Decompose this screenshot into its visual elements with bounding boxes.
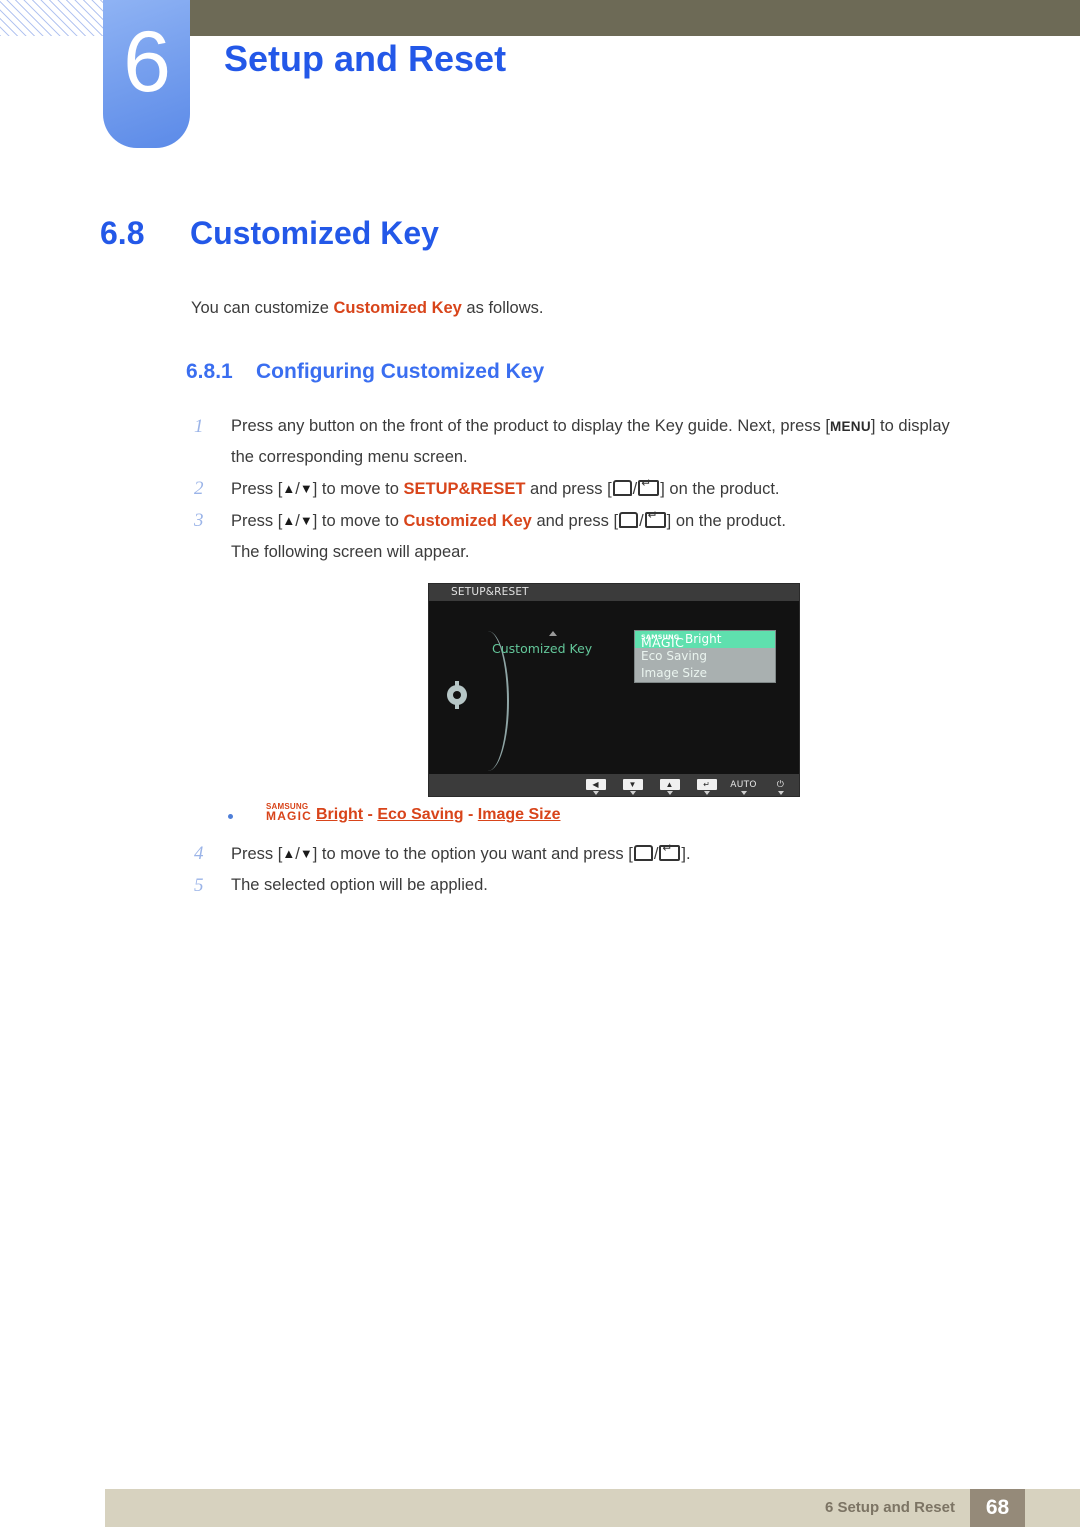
osd-button-marker: [629, 791, 636, 795]
chapter-number: 6: [123, 14, 171, 110]
steps-list-top: 1 Press any button on the front of the pr…: [186, 411, 1016, 568]
power-icon[interactable]: ⏻: [762, 774, 799, 796]
step-item: 5 The selected option will be applied.: [186, 870, 1016, 901]
osd-option-label: Bright: [685, 632, 722, 646]
osd-option-label: Image Size: [641, 666, 708, 680]
intro-paragraph: You can customize Customized Key as foll…: [191, 296, 543, 320]
step-number: 5: [194, 875, 204, 896]
osd-button-glyph: ▼: [622, 779, 643, 790]
page-header: 6 Setup and Reset: [0, 0, 1080, 160]
step-continuation: the corresponding menu screen.: [231, 448, 468, 466]
osd-title: SETUP&RESET: [451, 586, 529, 598]
step-item: 3 Press [▲/▼] to move to Customized Key a…: [186, 505, 1016, 537]
step-text: Press any button on the front of the pro…: [231, 417, 950, 435]
step-number: 3: [194, 510, 204, 531]
enter-button-icon: [638, 477, 660, 496]
osd-option-label: Eco Saving: [641, 649, 707, 663]
page-footer: 6 Setup and Reset 68: [105, 1489, 1080, 1527]
bullet-items: SAMSUNG MAGIC Bright - Eco Saving - Image …: [266, 802, 561, 823]
bullet-link[interactable]: Image Size: [478, 806, 561, 823]
osd-screenshot: SETUP&RESET Customized Key : SAMSUNGMAGI…: [428, 583, 800, 797]
up-arrow-icon: ▲: [282, 513, 296, 528]
subsection-heading: 6.8.1 Configuring Customized Key: [186, 360, 544, 384]
osd-button-marker: [740, 791, 747, 795]
up-arrow-icon[interactable]: ▲: [651, 774, 688, 796]
down-arrow-icon[interactable]: ▼: [614, 774, 651, 796]
osd-button-glyph: ↵: [696, 779, 717, 790]
osd-button-glyph: ◀: [585, 779, 606, 790]
down-arrow-icon: ▼: [299, 846, 313, 861]
step-number: 1: [194, 416, 204, 437]
osd-option[interactable]: SAMSUNG MAGIC Bright: [635, 631, 775, 650]
back-button-icon: [612, 480, 632, 496]
section-title: Customized Key: [190, 215, 439, 251]
osd-body: Customized Key : SAMSUNGMAGICBrightEco S…: [429, 601, 799, 774]
down-arrow-icon: ▼: [299, 481, 313, 496]
bullet-link[interactable]: Bright: [316, 806, 363, 823]
step-number: 4: [194, 843, 204, 864]
back-button-icon: [633, 845, 653, 861]
osd-button-marker: [703, 791, 710, 795]
down-arrow-icon: ▼: [299, 513, 313, 528]
osd-option[interactable]: Eco Saving: [635, 648, 775, 665]
samsung-magic-logo-inline: SAMSUNG MAGIC: [266, 802, 316, 823]
chapter-tab: 6: [103, 0, 190, 148]
gear-icon: [447, 685, 467, 705]
step-text: Press [▲/▼] to move to the option you wa…: [231, 842, 691, 863]
step-item: 1 Press any button on the front of the pr…: [186, 411, 1016, 442]
left-arrow-icon[interactable]: ◀: [577, 774, 614, 796]
bullet-link-line: SAMSUNG MAGIC Bright - Eco Saving - Image …: [228, 802, 561, 824]
intro-before: You can customize: [191, 299, 334, 317]
osd-dropdown[interactable]: SAMSUNG MAGIC Bright Eco Saving Image Size: [634, 630, 776, 683]
step-text: The selected option will be applied.: [231, 876, 488, 894]
enter-button-icon: [644, 509, 666, 528]
scroll-up-indicator-icon: [549, 631, 557, 636]
up-arrow-icon: ▲: [282, 481, 296, 496]
step-item: 4 Press [▲/▼] to move to the option you w…: [186, 838, 1016, 870]
bullet-link[interactable]: Eco Saving: [377, 806, 463, 823]
osd-button-glyph: ⏻: [776, 780, 785, 790]
chapter-title: Setup and Reset: [224, 38, 507, 79]
step-text: Press [▲/▼] to move to SETUP&RESET and p…: [231, 477, 780, 498]
osd-button-marker: [592, 791, 599, 795]
footer-chapter-label: 6 Setup and Reset: [824, 1499, 955, 1516]
samsung-magic-main: MAGIC: [266, 809, 312, 823]
inline-highlight: Customized Key: [403, 512, 532, 530]
section-number: 6.8: [100, 215, 145, 251]
osd-button-bar: ◀ ▼ ▲ ↵ AUTO ⏻: [577, 774, 799, 796]
hatch-decoration: [0, 0, 103, 36]
osd-button-marker: [666, 791, 673, 795]
step-continuation: The following screen will appear.: [231, 543, 470, 561]
intro-highlight: Customized Key: [333, 299, 462, 317]
step-number: 2: [194, 478, 204, 499]
step-item: 2 Press [▲/▼] to move to SETUP&RESET and …: [186, 473, 1016, 505]
enter-icon[interactable]: ↵: [688, 774, 725, 796]
subsection-number: 6.8.1: [186, 360, 233, 383]
step-text: Press [▲/▼] to move to Customized Key an…: [231, 509, 786, 530]
header-olive-bar: [190, 0, 1080, 36]
keycap-menu: MENU: [829, 419, 871, 434]
footer-page-number: 68: [970, 1489, 1025, 1527]
osd-option[interactable]: Image Size: [635, 665, 775, 682]
back-button-icon: [619, 512, 639, 528]
auto-label[interactable]: AUTO: [725, 774, 762, 796]
bullet-dot: [228, 814, 233, 819]
intro-after: as follows.: [461, 299, 544, 317]
inline-highlight: SETUP&RESET: [403, 480, 526, 498]
osd-button-text: AUTO: [730, 780, 757, 790]
link-separator: -: [463, 806, 478, 823]
link-separator: -: [363, 806, 378, 823]
subsection-title: Configuring Customized Key: [256, 360, 545, 383]
steps-list-bottom: 4 Press [▲/▼] to move to the option you w…: [186, 838, 1016, 901]
osd-button-glyph: ▲: [659, 779, 680, 790]
enter-button-icon: [659, 842, 681, 861]
osd-menu-label: Customized Key: [492, 641, 593, 656]
samsung-magic-logo: SAMSUNG MAGIC: [641, 631, 685, 650]
up-arrow-icon: ▲: [282, 846, 296, 861]
osd-button-marker: [777, 791, 784, 795]
section-heading: 6.8 Customized Key: [100, 215, 1000, 252]
